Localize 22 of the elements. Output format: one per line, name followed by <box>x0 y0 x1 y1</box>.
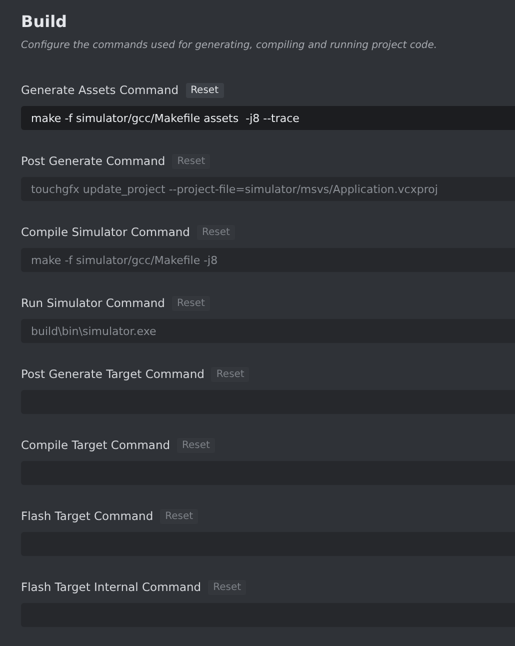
reset-button[interactable]: Reset <box>196 224 235 240</box>
reset-button[interactable]: Reset <box>160 508 198 524</box>
section-description: Configure the commands used for generating, compiling and running project code. <box>21 39 438 53</box>
reset-button[interactable]: Reset <box>208 580 246 594</box>
reset-button[interactable]: Reset <box>177 438 215 452</box>
field-label: Compile Target Command <box>21 438 170 452</box>
reset-button[interactable]: Reset <box>172 154 210 168</box>
reset-button[interactable]: Reset <box>172 296 210 310</box>
section-title: Build <box>21 12 68 32</box>
command-field[interactable]: make -f simulator/gcc/Makefile -j8 <box>21 248 515 272</box>
reset-button[interactable]: Reset <box>186 82 224 98</box>
reset-button[interactable]: Reset <box>211 366 250 382</box>
field-label: Post Generate Command <box>21 154 166 168</box>
command-field[interactable]: make -f simulator/gcc/Makefile assets -j8 --trace <box>21 106 515 130</box>
field-label: Flash Target Command <box>21 509 154 523</box>
field-label: Post Generate Target Command <box>21 367 204 381</box>
command-field[interactable]: build\bin\simulator.exe <box>21 319 515 343</box>
field-label: Generate Assets Command <box>21 83 179 97</box>
field-label: Flash Target Internal Command <box>21 580 202 594</box>
field-label: Compile Simulator Command <box>21 225 190 239</box>
command-field[interactable]: touchgfx update_project --project-file=simulator/msvs/Application.vcxproj <box>21 177 515 201</box>
field-label: Run Simulator Command <box>21 296 165 310</box>
